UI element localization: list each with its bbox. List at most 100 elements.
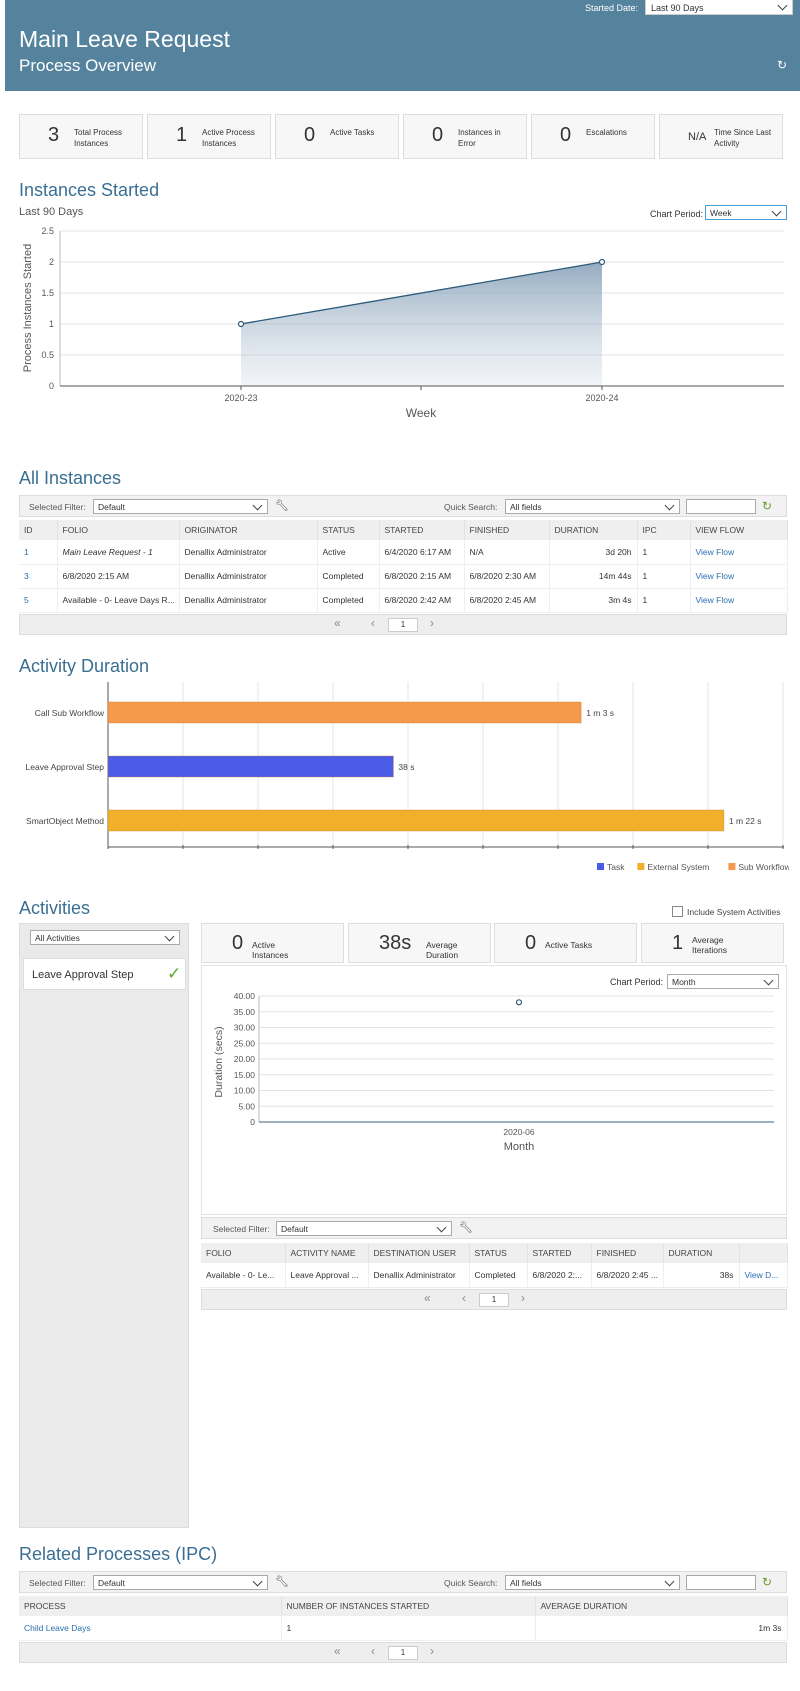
activity-duration-chart: Call Sub Workflow 1 m 3 s Leave Approval S… bbox=[26, 682, 789, 872]
kpi-label: Active Tasks bbox=[330, 128, 375, 137]
y-tick-label: 40.00 bbox=[234, 991, 256, 1001]
x-tick-label: 2020-23 bbox=[224, 393, 257, 403]
next-page-icon[interactable]: › bbox=[430, 1644, 434, 1658]
y-tick-label: 0 bbox=[49, 381, 54, 391]
selected-filter-value: Default bbox=[98, 502, 125, 512]
column-header[interactable]: VIEW FLOW bbox=[690, 520, 788, 540]
table-row[interactable]: 3 6/8/2020 2:15 AM Denallix Administrator C… bbox=[19, 564, 788, 589]
y-tick-label: 2 bbox=[49, 257, 54, 267]
table-row[interactable]: 1 Main Leave Request - 1 Denallix Administ… bbox=[19, 540, 788, 565]
started-date-value: Last 90 Days bbox=[651, 3, 704, 13]
table-cell[interactable]: View D... bbox=[739, 1263, 788, 1288]
next-page-icon[interactable]: › bbox=[521, 1291, 525, 1305]
bar-category-label: SmartObject Method bbox=[26, 816, 104, 826]
chevron-down-icon bbox=[777, 0, 788, 11]
page-header: Started Date: Last 90 Days Main Leave Re… bbox=[5, 0, 800, 91]
activity-kpi-label: Average Duration bbox=[426, 940, 459, 960]
legend-swatch bbox=[637, 863, 645, 870]
refresh-icon[interactable]: ↻ bbox=[777, 58, 787, 72]
started-date-dropdown[interactable]: Last 90 Days bbox=[645, 0, 793, 15]
related-filter-dropdown[interactable]: Default bbox=[93, 1575, 268, 1590]
y-tick-label: 1 bbox=[49, 319, 54, 329]
table-row[interactable]: Available - 0- Le... Leave Approval ... De… bbox=[201, 1263, 788, 1288]
prev-page-icon[interactable]: ‹ bbox=[462, 1291, 466, 1305]
column-header[interactable]: DURATION bbox=[663, 1243, 740, 1263]
column-header[interactable]: DESTINATION USER bbox=[368, 1243, 470, 1263]
activities-filter-dropdown[interactable]: All Activities bbox=[30, 930, 180, 945]
quick-search-input[interactable] bbox=[686, 499, 756, 514]
column-header[interactable]: PROCESS bbox=[19, 1596, 282, 1616]
activities-title: Activities bbox=[19, 898, 91, 918]
chart-period-value: Week bbox=[710, 208, 732, 218]
all-instances-title: All Instances bbox=[19, 468, 122, 488]
table-cell: N/A bbox=[464, 540, 550, 565]
page-number[interactable]: 1 bbox=[388, 618, 418, 632]
bar-data-label: 38 s bbox=[398, 762, 414, 772]
selected-filter-dropdown[interactable]: Default bbox=[93, 499, 268, 514]
table-cell[interactable]: View Flow bbox=[690, 540, 788, 565]
table-cell[interactable]: View Flow bbox=[690, 588, 788, 613]
column-header[interactable]: FINISHED bbox=[591, 1243, 664, 1263]
table-row[interactable]: 5 Available - 0- Leave Days R... Denallix … bbox=[19, 588, 788, 613]
column-header[interactable]: ACTIVITY NAME bbox=[285, 1243, 369, 1263]
kpi-value: 0 bbox=[304, 124, 316, 146]
y-tick-label: 30.00 bbox=[234, 1023, 256, 1033]
activity-grid-filter-dropdown[interactable]: Default bbox=[276, 1221, 452, 1236]
first-page-icon[interactable]: « bbox=[334, 1644, 341, 1658]
column-header[interactable]: FOLIO bbox=[201, 1243, 286, 1263]
chart-period-dropdown[interactable]: Week bbox=[705, 205, 787, 220]
legend-label: Task bbox=[607, 862, 625, 872]
kpi-card: 0 Escalations bbox=[531, 114, 655, 159]
legend-label: Sub Workflow bbox=[738, 862, 789, 872]
legend-swatch bbox=[728, 863, 736, 870]
wrench-icon[interactable]: 🔧︎ bbox=[275, 1575, 289, 1588]
column-header[interactable]: ORIGINATOR bbox=[179, 520, 318, 540]
table-cell[interactable]: Child Leave Days bbox=[19, 1616, 282, 1641]
table-cell[interactable]: 1 bbox=[19, 540, 58, 565]
next-page-icon[interactable]: › bbox=[430, 616, 434, 630]
activity-list-item[interactable]: Leave Approval Step ✓ bbox=[23, 958, 186, 990]
prev-page-icon[interactable]: ‹ bbox=[371, 616, 375, 630]
column-header[interactable]: STATUS bbox=[317, 520, 380, 540]
page-number[interactable]: 1 bbox=[479, 1293, 509, 1307]
first-page-icon[interactable]: « bbox=[424, 1291, 431, 1305]
table-cell[interactable]: View Flow bbox=[690, 564, 788, 589]
page-number[interactable]: 1 bbox=[388, 1646, 418, 1660]
column-header[interactable]: IPC bbox=[637, 520, 691, 540]
table-cell: Completed bbox=[317, 564, 380, 589]
refresh-icon[interactable]: ↻ bbox=[762, 499, 772, 513]
column-header[interactable] bbox=[739, 1243, 788, 1263]
quick-search-field-dropdown[interactable]: All fields bbox=[505, 499, 680, 514]
activity-chart-period-dropdown[interactable]: Month bbox=[667, 974, 779, 989]
related-search-field-dropdown[interactable]: All fields bbox=[505, 1575, 680, 1590]
legend-label: External System bbox=[647, 862, 709, 872]
x-axis-title: Week bbox=[406, 406, 437, 420]
first-page-icon[interactable]: « bbox=[334, 616, 341, 630]
include-system-checkbox[interactable] bbox=[672, 906, 683, 917]
table-cell: 38s bbox=[663, 1263, 740, 1288]
wrench-icon[interactable]: 🔧︎ bbox=[459, 1221, 473, 1234]
column-header[interactable]: STATUS bbox=[469, 1243, 528, 1263]
bar-data-label: 1 m 3 s bbox=[586, 708, 614, 718]
table-cell: Denallix Administrator bbox=[368, 1263, 470, 1288]
wrench-icon[interactable]: 🔧︎ bbox=[275, 499, 289, 512]
related-search-input[interactable] bbox=[686, 1575, 756, 1590]
kpi-card: N/A Time Since Last Activity bbox=[659, 114, 783, 159]
column-header[interactable]: AVERAGE DURATION bbox=[535, 1596, 788, 1616]
column-header[interactable]: DURATION bbox=[549, 520, 638, 540]
table-row[interactable]: Child Leave Days 1 1m 3s bbox=[19, 1616, 788, 1641]
column-header[interactable]: STARTED bbox=[379, 520, 465, 540]
prev-page-icon[interactable]: ‹ bbox=[371, 1644, 375, 1658]
refresh-icon[interactable]: ↻ bbox=[762, 1575, 772, 1589]
kpi-value: 1 bbox=[176, 124, 188, 146]
column-header[interactable]: ID bbox=[19, 520, 58, 540]
column-header[interactable]: NUMBER OF INSTANCES STARTED bbox=[281, 1596, 536, 1616]
activity-kpi-value: 0 bbox=[525, 932, 537, 954]
table-cell: 14m 44s bbox=[549, 564, 638, 589]
column-header[interactable]: FOLIO bbox=[57, 520, 180, 540]
column-header[interactable]: FINISHED bbox=[464, 520, 550, 540]
table-cell[interactable]: 5 bbox=[19, 588, 58, 613]
y-tick-label: 25.00 bbox=[234, 1038, 256, 1048]
table-cell[interactable]: 3 bbox=[19, 564, 58, 589]
column-header[interactable]: STARTED bbox=[527, 1243, 592, 1263]
